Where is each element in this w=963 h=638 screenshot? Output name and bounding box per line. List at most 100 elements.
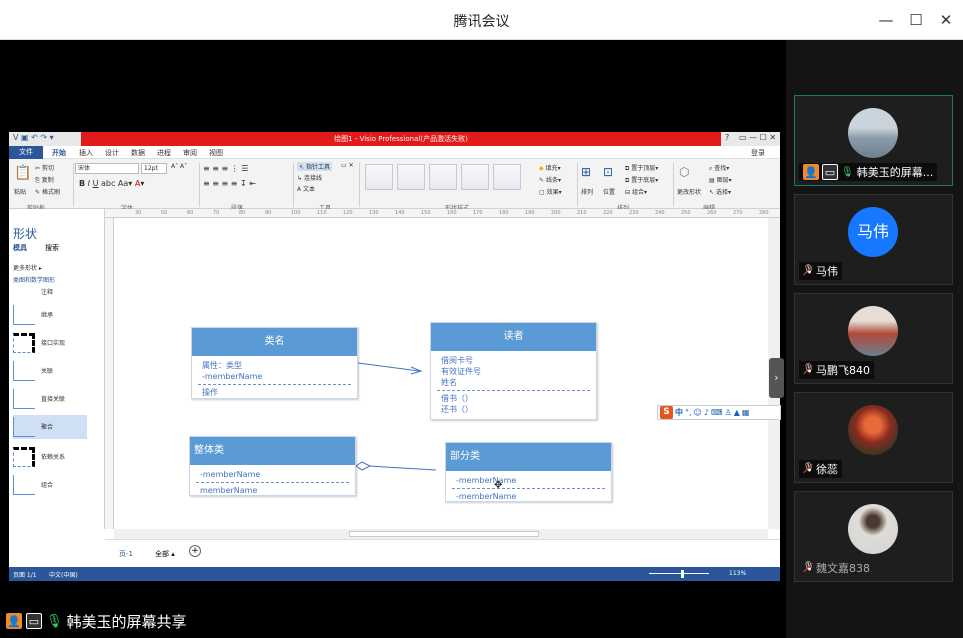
- ime-voice-icon[interactable]: ♪: [704, 408, 709, 417]
- minimize-button[interactable]: —: [874, 8, 898, 32]
- layer-button[interactable]: ▤ 图层▾: [709, 175, 732, 184]
- format-painter-button[interactable]: ✎ 格式刷: [35, 187, 60, 196]
- close-button[interactable]: ✕: [934, 8, 958, 32]
- effect-button[interactable]: ▢ 效果▾: [539, 187, 562, 196]
- tab-search[interactable]: 搜索: [45, 243, 59, 253]
- position-icon[interactable]: ⊡: [603, 165, 613, 179]
- group-button[interactable]: ⊟ 组合▾: [625, 187, 647, 196]
- zoom-slider-thumb[interactable]: [681, 570, 684, 578]
- fill-button[interactable]: ◆ 填充▾: [539, 163, 561, 172]
- participant-panel: 👤 ▭ 🎙 韩美玉的屏幕... 马伟 🎙 马伟 🎙 马鹏飞840 🎙 徐蕊 🎙 …: [786, 40, 963, 638]
- collapse-panel-arrow[interactable]: ›: [769, 358, 784, 398]
- horizontal-scrollbar[interactable]: [114, 529, 768, 539]
- tab-view[interactable]: 视图: [209, 148, 223, 158]
- stencil-category[interactable]: 类图和数学图形: [13, 275, 55, 284]
- tab-review[interactable]: 审阅: [183, 148, 197, 158]
- stencil-direct-association[interactable]: 直接关联: [13, 387, 87, 411]
- more-shapes-link[interactable]: 更多形状 ▸: [13, 263, 42, 272]
- stencil-inheritance[interactable]: 继承: [13, 303, 87, 327]
- shape-style-3[interactable]: [429, 164, 457, 190]
- stencil-association[interactable]: 关联: [13, 359, 87, 383]
- page-tab-1[interactable]: 页-1: [119, 549, 133, 559]
- shape-style-1[interactable]: [365, 164, 393, 190]
- zoom-slider[interactable]: [649, 573, 709, 574]
- shape-style-5[interactable]: [493, 164, 521, 190]
- shape-style-4[interactable]: [461, 164, 489, 190]
- shapes-pane-title: 形状: [13, 227, 38, 241]
- tab-data[interactable]: 数据: [131, 148, 145, 158]
- add-page-button[interactable]: +: [189, 545, 201, 557]
- ime-mode[interactable]: 中: [675, 407, 683, 418]
- tab-process[interactable]: 进程: [157, 148, 171, 158]
- arrange-icon[interactable]: ⊞: [581, 165, 591, 179]
- class-header: 部分类: [446, 443, 611, 471]
- ime-toolbar[interactable]: S 中 °, ☺ ♪ ⌨ ♙ ▲ ▦: [657, 405, 781, 420]
- change-shape-icon[interactable]: ⬡: [679, 165, 689, 179]
- tab-home[interactable]: 开始: [52, 148, 66, 158]
- line-button[interactable]: ✎ 线条▾: [539, 175, 561, 184]
- ruler-mark: 220: [603, 210, 613, 216]
- ime-user-icon[interactable]: ♙: [725, 408, 732, 417]
- stencil-interface-realization[interactable]: 接口实现: [13, 331, 87, 355]
- select-button[interactable]: ↖ 选择▾: [709, 187, 731, 196]
- ruler-mark: 90: [265, 210, 272, 216]
- all-pages-button[interactable]: 全部 ▴: [155, 549, 175, 559]
- align-buttons[interactable]: ≡ ≡ ≡ ≡ ↧ ⇤: [203, 179, 256, 188]
- tab-stencils[interactable]: 模具: [13, 243, 27, 253]
- arrange-button[interactable]: 排列: [581, 187, 593, 196]
- visio-window-buttons[interactable]: ▭ — ☐ ✕: [739, 133, 776, 142]
- paragraph-buttons[interactable]: ≡ ≡ ≡ ⋮ ☰: [203, 164, 248, 173]
- class-header: 读者: [431, 323, 596, 351]
- app-title: 腾讯会议: [453, 14, 510, 30]
- stencil-dependency[interactable]: 依赖关系: [13, 445, 87, 469]
- stencil-aggregation[interactable]: 聚合: [13, 415, 87, 439]
- paste-icon[interactable]: 📋: [14, 165, 31, 181]
- font-style-buttons[interactable]: B I U abc Aa▾ A▾: [79, 179, 144, 188]
- tab-file[interactable]: 文件: [9, 146, 43, 159]
- copy-button[interactable]: ⎘ 复制: [35, 175, 54, 185]
- ime-emoji-icon[interactable]: ☺: [694, 408, 702, 417]
- quick-access-icons[interactable]: V ▣ ↶ ↷ ▾: [13, 133, 54, 142]
- uml-class-part[interactable]: 部分类 -memberName -memberName: [445, 442, 612, 502]
- mic-muted-icon: 🎙: [803, 562, 815, 572]
- participant-tile[interactable]: 马伟 🎙 马伟: [794, 194, 953, 285]
- user-icon: 👤: [803, 164, 819, 180]
- send-back-button[interactable]: ⧉ 置于底层▾: [625, 175, 658, 185]
- ime-keyboard-icon[interactable]: ⌨: [711, 408, 723, 417]
- drawing-canvas[interactable]: 类名 属性：类型 -memberName 操作 读者 借阅卡号 有效证件号 姓名…: [114, 218, 768, 529]
- ime-menu-icon[interactable]: ▦: [742, 408, 750, 417]
- tab-design[interactable]: 设计: [105, 148, 119, 158]
- uml-class-whole[interactable]: 整体类 -memberName memberName: [189, 436, 356, 496]
- uml-class-classname[interactable]: 类名 属性：类型 -memberName 操作: [191, 327, 358, 399]
- pointer-tool-button[interactable]: ↖ 指针工具: [297, 162, 332, 171]
- position-button[interactable]: 位置: [603, 187, 615, 196]
- help-icon[interactable]: ?: [725, 133, 729, 142]
- connector-button[interactable]: ↳ 连接线: [297, 173, 322, 182]
- login-link[interactable]: 登录: [751, 148, 765, 158]
- font-name-select[interactable]: 宋体: [75, 163, 139, 174]
- text-button[interactable]: A 文本: [297, 184, 315, 193]
- class-attr: memberName: [200, 486, 258, 495]
- font-size-buttons[interactable]: A˄ A˅: [171, 163, 187, 170]
- stencil-annotation[interactable]: 注释: [13, 285, 87, 299]
- ime-skin-icon[interactable]: ▲: [734, 408, 740, 417]
- participant-tile[interactable]: 🎙 马鹏飞840: [794, 293, 953, 384]
- tab-insert[interactable]: 插入: [79, 148, 93, 158]
- ime-punct-icon[interactable]: °,: [685, 408, 692, 417]
- participant-tile[interactable]: 🎙 徐蕊: [794, 392, 953, 483]
- maximize-button[interactable]: ☐: [904, 8, 928, 32]
- class-op: 借书（）: [441, 394, 473, 403]
- font-size-select[interactable]: 12pt: [141, 163, 167, 174]
- shape-tool-icons[interactable]: ▭ ✕: [341, 162, 354, 169]
- participant-tile[interactable]: 🎙 魏文嘉838: [794, 491, 953, 582]
- change-shape-button[interactable]: 更改形状: [677, 187, 701, 196]
- participant-tile[interactable]: 👤 ▭ 🎙 韩美玉的屏幕...: [794, 95, 953, 186]
- class-header: 整体类: [190, 437, 355, 465]
- bring-front-button[interactable]: ⧉ 置于顶层▾: [625, 163, 658, 173]
- stencil-composition[interactable]: 组合: [13, 473, 87, 497]
- find-button[interactable]: ⌕ 查找▾: [709, 163, 729, 173]
- uml-class-reader[interactable]: 读者 借阅卡号 有效证件号 姓名 借书（） 还书（）: [430, 322, 597, 420]
- cut-button[interactable]: ✂ 剪切: [35, 163, 54, 172]
- paste-button[interactable]: 粘贴: [14, 187, 26, 196]
- shape-style-2[interactable]: [397, 164, 425, 190]
